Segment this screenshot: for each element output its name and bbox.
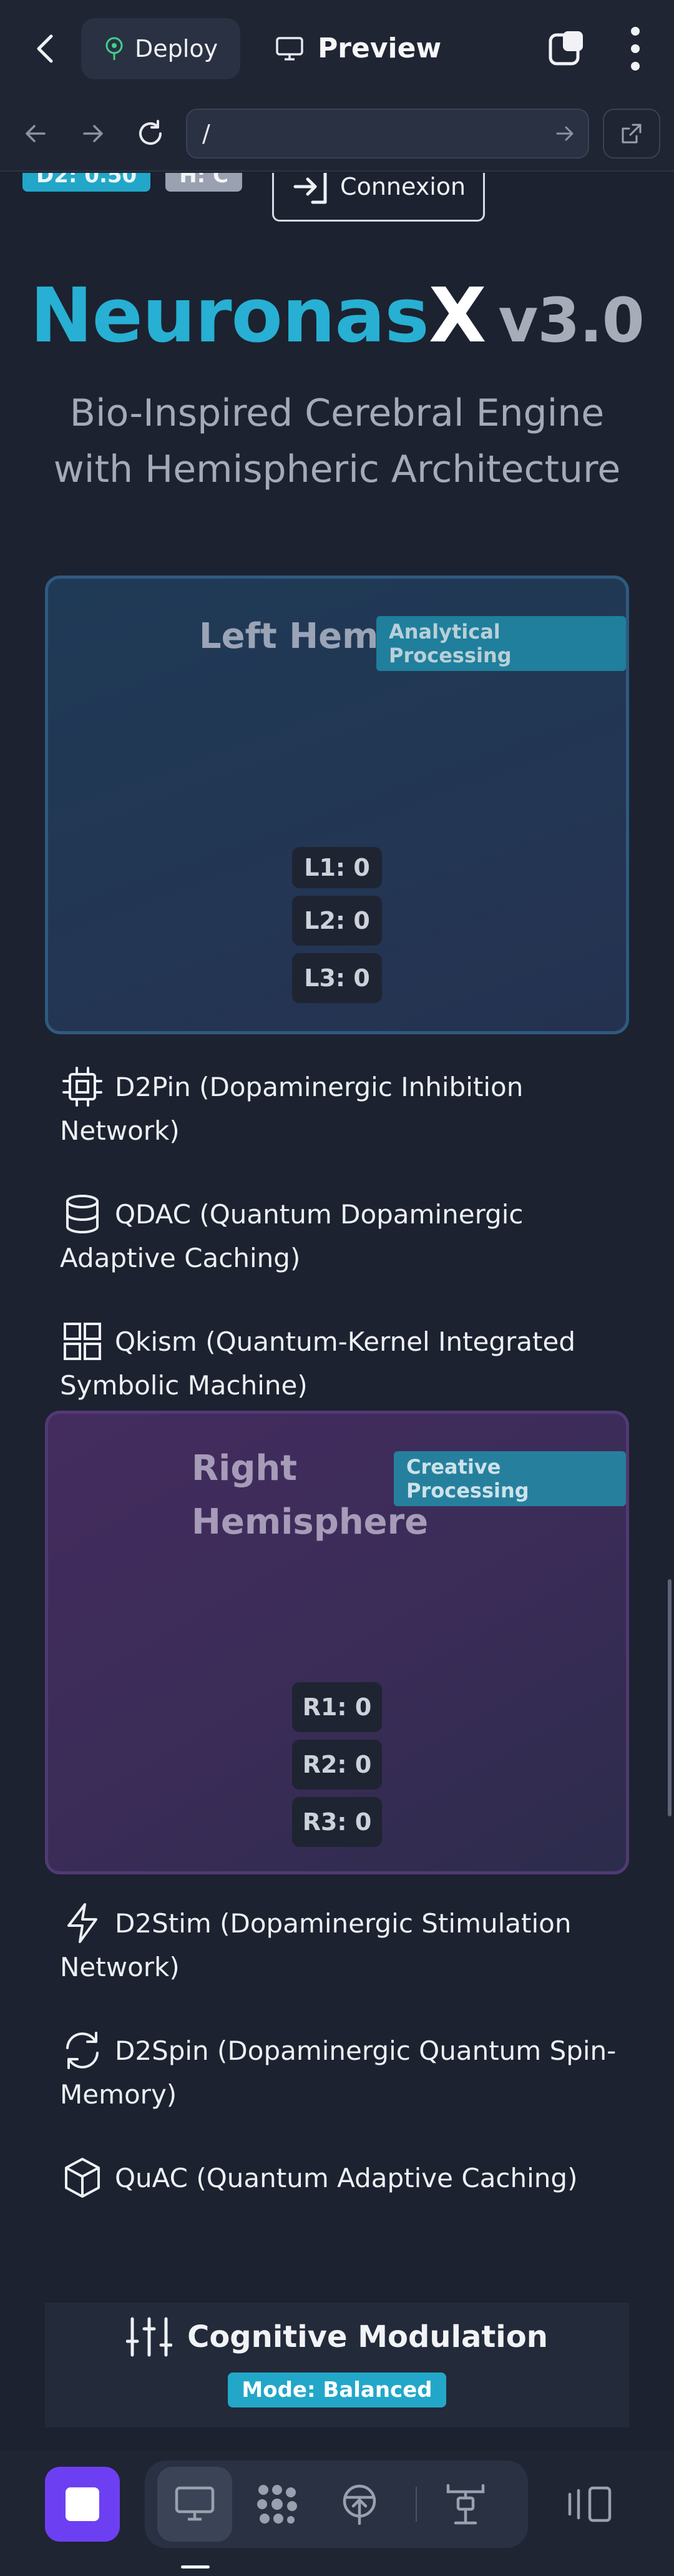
title-x: X [428, 273, 487, 360]
address-bar: / [0, 97, 674, 172]
left-hemisphere-panel: Left Hemis Analytical Processing L1: 0 L… [45, 575, 629, 1034]
mode-badge: Mode: Balanced [228, 2373, 446, 2407]
module-qkism: Qkism (Quantum-Kernel Integrated Symboli… [60, 1320, 622, 1408]
module-d2spin-label: D2Spin (Dopaminergic Quantum Spin-Memory… [60, 2035, 617, 2110]
page-title: NeuronasX v3.0 [0, 273, 674, 360]
page-subtitle: Bio-Inspired Cerebral Engine with Hemisp… [53, 391, 621, 491]
module-qdac-label: QDAC (Quantum Dopaminergic Adaptive Cach… [60, 1199, 524, 1273]
left-layers: L1: 0 L2: 0 L3: 0 [292, 847, 382, 1003]
title-neuronas: Neuronas [30, 273, 429, 360]
layer-r1: R1: 0 [292, 1682, 382, 1732]
connexion-button[interactable]: Connexion [272, 173, 486, 222]
module-d2pin-label: D2Pin (Dopaminergic Inhibition Network) [60, 1072, 524, 1146]
layer-l2: L2: 0 [292, 896, 382, 946]
dock-divider [416, 2487, 417, 2522]
deploy-label: Deploy [135, 34, 218, 62]
home-indicator [181, 2565, 210, 2569]
module-quac: QuAC (Quantum Adaptive Caching) [60, 2157, 622, 2200]
module-d2spin: D2Spin (Dopaminergic Quantum Spin-Memory… [60, 2029, 622, 2117]
layer-r2: R2: 0 [292, 1740, 382, 1790]
monitor-icon [276, 36, 303, 61]
right-module-list: D2Stim (Dopaminergic Stimulation Network… [60, 1902, 622, 2240]
layer-l3: L3: 0 [292, 953, 382, 1003]
reload-icon[interactable] [129, 112, 172, 155]
cluster-icon[interactable] [240, 2467, 315, 2542]
lightning-icon [67, 1903, 97, 1943]
module-quac-label: QuAC (Quantum Adaptive Caching) [115, 2163, 578, 2193]
status-badges: D2: 0.50 H: C Connexion [22, 173, 486, 222]
network-icon[interactable] [428, 2467, 503, 2542]
preview-label: Preview [318, 32, 442, 64]
module-qkism-label: Qkism (Quantum-Kernel Integrated Symboli… [60, 1326, 576, 1401]
url-text: / [202, 120, 210, 147]
right-layers: R1: 0 R2: 0 R3: 0 [292, 1682, 382, 1847]
panel-toggle-icon[interactable] [562, 2479, 618, 2529]
back-icon[interactable] [26, 30, 64, 67]
desktop-view-icon[interactable] [157, 2467, 232, 2542]
nav-back-icon[interactable] [14, 112, 57, 155]
tabs-icon[interactable] [547, 29, 587, 69]
preview-button[interactable]: Preview [275, 18, 441, 79]
connexion-label: Connexion [340, 173, 466, 200]
login-icon [293, 173, 327, 204]
deploy-button[interactable]: Deploy [81, 17, 241, 79]
cognitive-title: Cognitive Modulation [187, 2319, 548, 2354]
cpu-icon [62, 1066, 102, 1107]
module-d2pin: D2Pin (Dopaminergic Inhibition Network) [60, 1065, 622, 1153]
more-menu-icon[interactable] [623, 26, 648, 71]
module-d2stim: D2Stim (Dopaminergic Stimulation Network… [60, 1902, 622, 1989]
scrollbar[interactable] [668, 1579, 672, 1816]
stop-button[interactable] [45, 2467, 120, 2542]
right-hemisphere-title: Right Hemisphere [192, 1448, 429, 1542]
cognitive-modulation-panel: Cognitive Modulation Mode: Balanced [45, 2303, 629, 2427]
database-icon [66, 1194, 99, 1233]
stop-icon [66, 2487, 99, 2521]
view-dock [145, 2461, 528, 2548]
globe-upload-icon[interactable] [322, 2467, 397, 2542]
nav-forward-icon[interactable] [71, 112, 115, 155]
go-arrow-icon[interactable] [554, 123, 575, 144]
left-module-list: D2Pin (Dopaminergic Inhibition Network) … [60, 1065, 622, 1447]
cognitive-header: Cognitive Modulation [126, 2315, 548, 2359]
right-hemisphere-panel: Right Hemisphere Creative Processing R1:… [45, 1411, 629, 1874]
refresh-icon [66, 2031, 99, 2069]
title-version: v3.0 [498, 285, 644, 356]
layer-r3: R3: 0 [292, 1797, 382, 1847]
hemisphere-badge: H: C [165, 173, 243, 192]
open-external-button[interactable] [603, 109, 660, 159]
page-content: D2: 0.50 H: C Connexion NeuronasX v3.0 Bi… [0, 173, 674, 2451]
external-link-icon [622, 124, 642, 144]
d2-badge: D2: 0.50 [22, 173, 151, 192]
app-top-bar: Deploy Preview [0, 0, 674, 97]
sliders-icon [126, 2317, 173, 2357]
url-input[interactable]: / [186, 109, 589, 159]
deploy-icon [105, 37, 123, 60]
creative-processing-tag: Creative Processing [394, 1451, 626, 1506]
analytical-processing-tag: Analytical Processing [376, 616, 626, 671]
bottom-toolbar [0, 2451, 674, 2576]
layer-l1: L1: 0 [292, 847, 382, 888]
module-qdac: QDAC (Quantum Dopaminergic Adaptive Cach… [60, 1193, 622, 1280]
module-d2stim-label: D2Stim (Dopaminergic Stimulation Network… [60, 1908, 572, 1982]
grid-icon [64, 1322, 101, 1360]
cube-icon [65, 2157, 100, 2198]
